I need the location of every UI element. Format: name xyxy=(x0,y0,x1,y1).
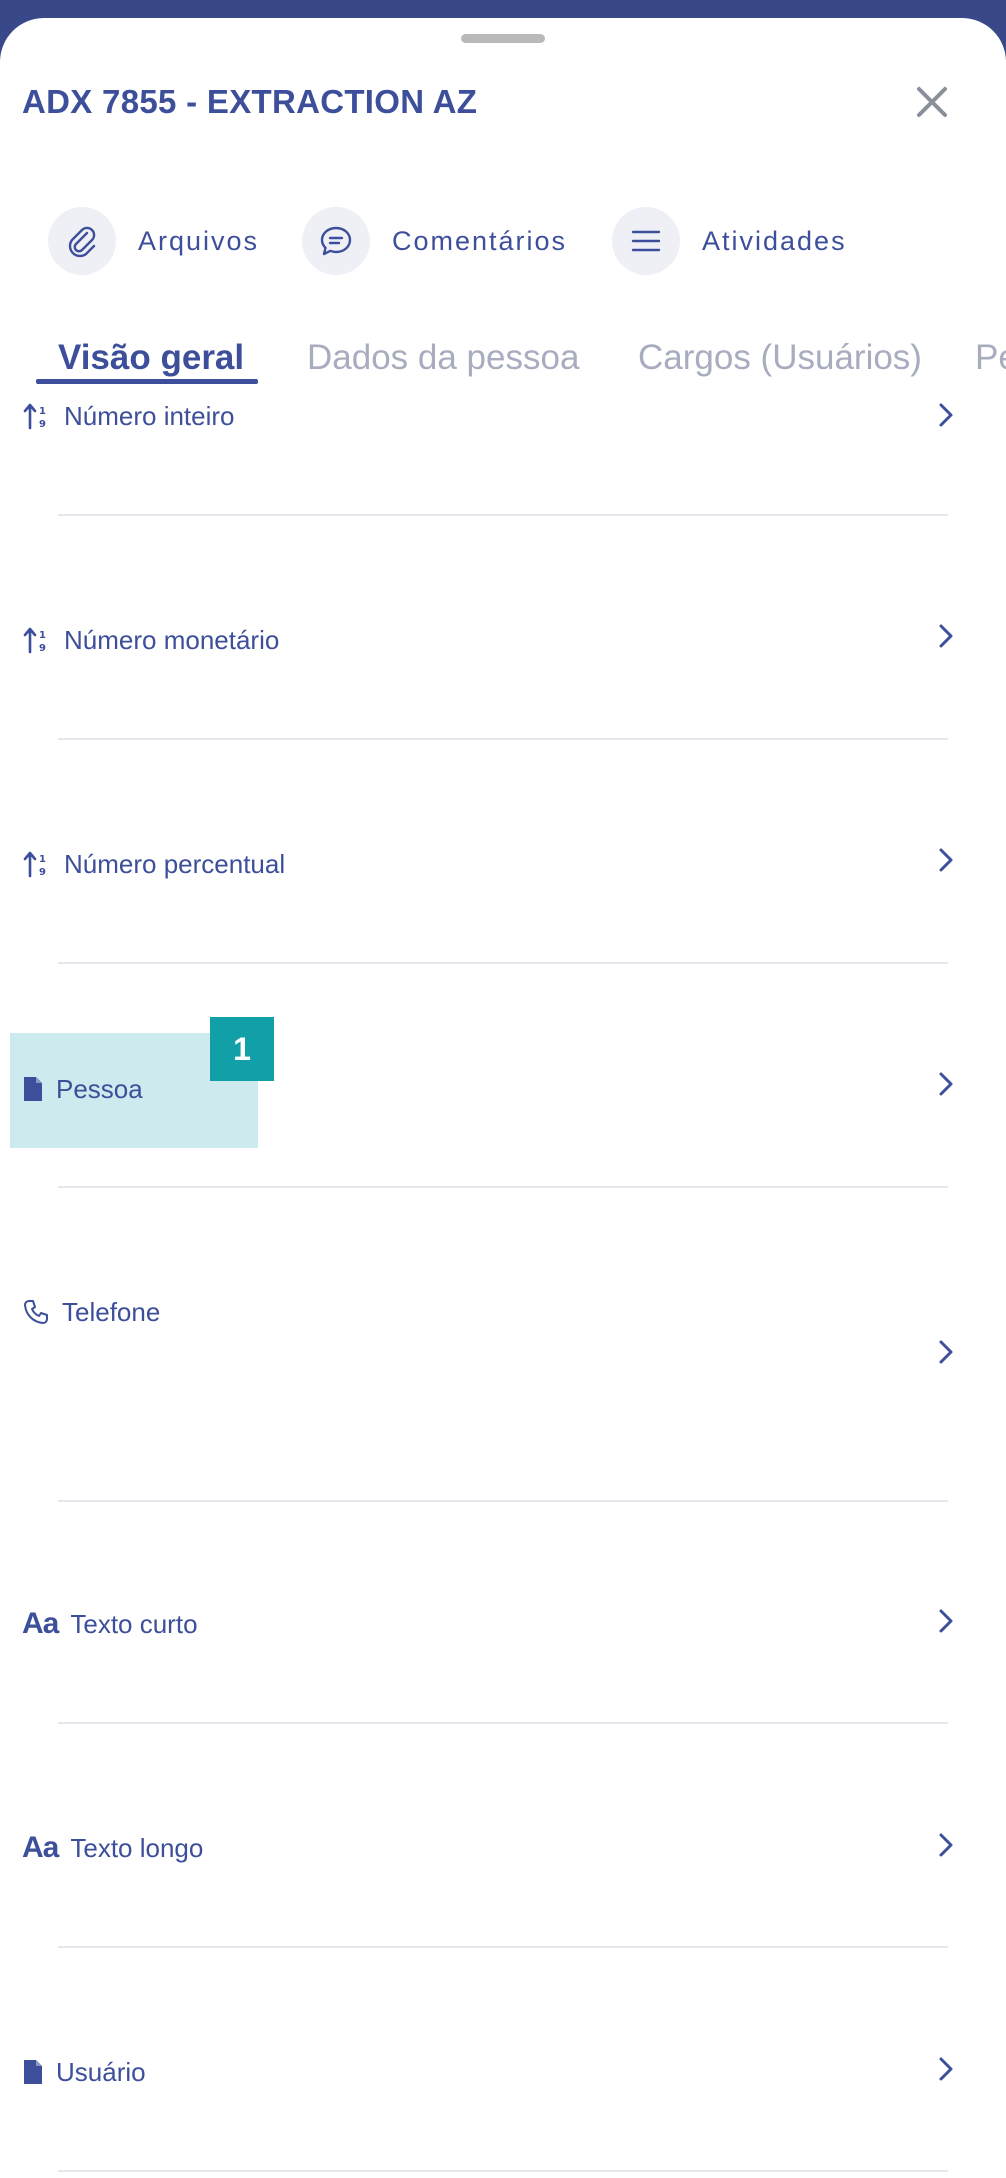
field-currency-header: 1 9 Número monetário xyxy=(22,622,279,658)
chevron-right-icon xyxy=(939,1072,953,1096)
svg-text:1: 1 xyxy=(39,406,46,417)
field-integer-header: 1 9 Número inteiro xyxy=(22,398,235,434)
chevron-right-icon xyxy=(939,848,953,872)
divider xyxy=(58,1722,948,1724)
number-sort-icon: 1 9 xyxy=(22,625,52,655)
divider xyxy=(58,1500,948,1502)
active-tab-indicator xyxy=(36,379,258,384)
comments-button[interactable]: Comentários xyxy=(302,205,567,277)
field-label: Usuário xyxy=(56,2056,146,2087)
field-label: Número percentual xyxy=(64,848,286,879)
svg-text:9: 9 xyxy=(39,419,46,430)
activities-label: Atividades xyxy=(702,225,847,256)
chevron-right-icon xyxy=(939,403,953,427)
annotation-badge: 1 xyxy=(210,1017,274,1081)
field-short-text-header: Aa Texto curto xyxy=(22,1606,198,1642)
svg-text:1: 1 xyxy=(39,854,46,865)
svg-text:1: 1 xyxy=(39,630,46,641)
paperclip-icon xyxy=(68,226,96,258)
chevron-right-icon xyxy=(939,1833,953,1857)
text-aa-icon: Aa xyxy=(22,1831,59,1864)
divider xyxy=(58,1946,948,1948)
files-icon-circle xyxy=(48,207,116,275)
close-icon xyxy=(917,87,947,117)
page-title: ADX 7855 - EXTRACTION AZ xyxy=(22,83,478,120)
action-bar: Arquivos Comentários Atividades xyxy=(0,205,1006,277)
comments-label: Comentários xyxy=(392,225,568,256)
field-label: Pessoa xyxy=(56,1073,143,1104)
close-button[interactable] xyxy=(902,72,962,132)
chevron-right-icon xyxy=(939,1609,953,1633)
field-label: Texto curto xyxy=(70,1608,198,1639)
files-button[interactable]: Arquivos xyxy=(48,205,259,277)
divider xyxy=(58,1186,948,1188)
comments-icon-circle xyxy=(302,207,370,275)
chevron-right-icon xyxy=(939,1340,953,1364)
files-label: Arquivos xyxy=(138,225,260,256)
tab-roles-users[interactable]: Cargos (Usuários) xyxy=(638,328,922,388)
divider xyxy=(58,962,948,964)
activities-button[interactable]: Atividades xyxy=(612,205,847,277)
field-label: Número monetário xyxy=(64,624,280,655)
svg-text:9: 9 xyxy=(39,643,46,654)
chevron-right-icon xyxy=(939,2057,953,2081)
divider xyxy=(58,514,948,516)
document-icon xyxy=(22,2058,44,2086)
number-sort-icon: 1 9 xyxy=(22,401,52,431)
svg-text:9: 9 xyxy=(39,867,46,878)
field-percentage-header: 1 9 Número percentual xyxy=(22,846,285,882)
activities-icon-circle xyxy=(612,207,680,275)
text-aa-icon: Aa xyxy=(22,1607,59,1640)
chevron-right-icon xyxy=(939,624,953,648)
tab-person-data[interactable]: Dados da pessoa xyxy=(307,328,579,388)
field-user-header: Usuário xyxy=(22,2054,146,2090)
divider xyxy=(58,2170,948,2172)
tab-more[interactable]: Pe xyxy=(975,328,1006,388)
number-sort-icon: 1 9 xyxy=(22,849,52,879)
field-person-header: Pessoa xyxy=(22,1071,143,1107)
field-label: Telefone xyxy=(62,1296,161,1327)
divider xyxy=(58,738,948,740)
list-icon xyxy=(631,230,661,252)
field-phone-header: Telefone xyxy=(22,1294,160,1330)
field-label: Texto longo xyxy=(70,1832,204,1863)
field-label: Número inteiro xyxy=(64,400,235,431)
field-long-text-header: Aa Texto longo xyxy=(22,1830,203,1866)
comment-icon xyxy=(320,226,352,256)
drag-handle[interactable] xyxy=(461,34,545,43)
phone-icon xyxy=(22,1298,50,1326)
document-icon xyxy=(22,1075,44,1103)
